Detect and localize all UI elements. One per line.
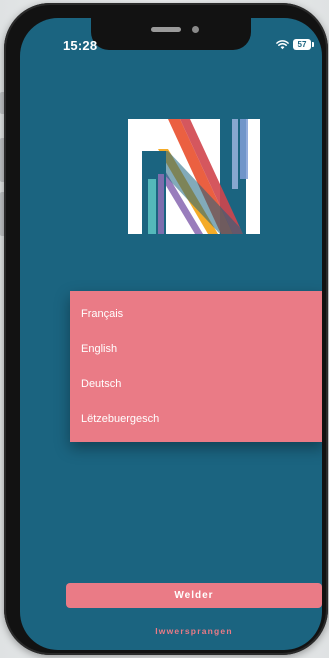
status-time: 15:28 <box>63 38 98 53</box>
notch <box>91 18 251 50</box>
language-option-english[interactable]: English <box>70 334 322 364</box>
n-logo-icon <box>142 119 248 234</box>
skip-link[interactable]: Iwwersprangen <box>66 626 322 636</box>
language-option-francais[interactable]: Français <box>70 299 322 329</box>
battery-level: 57 <box>297 40 307 49</box>
page: 15:28 57 Français English Deutsch Lëtzeb… <box>0 0 329 658</box>
app-screen: 15:28 57 Français English Deutsch Lëtzeb… <box>20 18 322 650</box>
continue-button[interactable]: Welder <box>66 583 322 608</box>
wifi-icon <box>276 40 289 50</box>
language-option-deutsch[interactable]: Deutsch <box>70 369 322 399</box>
app-logo <box>128 119 260 234</box>
phone-frame: 15:28 57 Français English Deutsch Lëtzeb… <box>4 3 328 655</box>
front-camera <box>192 26 199 33</box>
language-menu: Français English Deutsch Lëtzebuergesch <box>70 291 322 442</box>
language-option-letzebuergesch[interactable]: Lëtzebuergesch <box>70 404 322 434</box>
speaker-grille <box>151 27 181 32</box>
battery-icon: 57 <box>293 39 314 50</box>
